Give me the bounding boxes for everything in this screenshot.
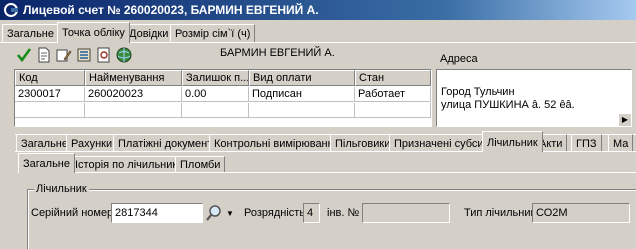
tab-accounts[interactable]: Рахунки [66, 134, 118, 151]
inventory-number-field[interactable] [362, 203, 450, 223]
serial-number-label: Серійний номер [31, 207, 114, 219]
table-cell-status[interactable]: Работает [355, 87, 431, 102]
owner-name: БАРМИН ЕВГЕНИЙ А. [220, 47, 335, 59]
window-title-bar: Лицевой счет № 260020023, БАРМИН ЕВГЕНИЙ… [0, 0, 636, 20]
globe-icon[interactable] [115, 46, 133, 64]
table-cell-code[interactable]: 2300017 [15, 87, 85, 102]
column-header-payment-type[interactable]: Вид оплати [249, 70, 355, 86]
address-line: улица ПУШКИНА â. 52 êâ. [441, 99, 575, 111]
digits-label: Розрядність [244, 207, 306, 219]
inventory-number-label: інв. № [327, 207, 360, 219]
table-cell-payment-type[interactable]: Подписан [249, 87, 355, 102]
document-icon[interactable] [35, 46, 53, 64]
tab-references[interactable]: Довідки [124, 24, 174, 42]
tab-gpz[interactable]: ГПЗ [571, 134, 602, 151]
tab-details-general[interactable]: Загальне [16, 134, 73, 151]
tab-more[interactable]: Ма [608, 134, 634, 151]
column-header-status[interactable]: Стан [355, 70, 431, 86]
tab-beneficiaries[interactable]: Пільговики [330, 134, 396, 151]
edit-icon[interactable] [55, 46, 73, 64]
column-header-balance[interactable]: Залишок п... [182, 70, 249, 86]
table-empty-cell [182, 103, 249, 118]
list-icon[interactable] [95, 46, 113, 64]
meter-group-label: Лічильник [34, 183, 89, 195]
column-header-name[interactable]: Найменування [85, 70, 182, 86]
settings-icon[interactable] [75, 46, 93, 64]
digits-field[interactable]: 4 [303, 203, 320, 223]
window-title: Лицевой счет № 260020023, БАРМИН ЕВГЕНИЙ… [23, 3, 319, 17]
tab-payment-documents[interactable]: Платіжні документи [113, 134, 224, 151]
table-empty-cell [85, 103, 182, 118]
table-cell-name[interactable]: 260020023 [85, 87, 182, 102]
table-empty-cell [355, 103, 431, 118]
metering-points-table[interactable]: Код Найменування Залишок п... Вид оплати… [14, 69, 432, 127]
tab-meter-history[interactable]: Історія по лічильнику [70, 156, 188, 173]
tab-family-size[interactable]: Розмір сім`ї (ч) [170, 24, 256, 42]
scroll-right-icon[interactable]: ▶ [619, 114, 631, 126]
table-empty-cell [15, 103, 85, 118]
tab-metering-point[interactable]: Точка обліку [57, 22, 130, 43]
meter-type-label: Тип лічильника [464, 207, 542, 219]
sub-tab-divider [18, 172, 636, 173]
app-icon [4, 3, 18, 17]
serial-number-field[interactable]: 2817344 [111, 203, 203, 223]
tab-meter[interactable]: Лічильник [482, 131, 543, 152]
tab-seals[interactable]: Пломби [175, 156, 226, 173]
table-empty-cell [249, 103, 355, 118]
address-label: Адреса [440, 53, 478, 65]
check-icon[interactable] [15, 46, 33, 64]
address-line: Город Тульчин [441, 86, 515, 98]
tab-general[interactable]: Загальне [2, 24, 59, 42]
chevron-down-icon[interactable]: ▼ [226, 209, 234, 218]
mid-tab-divider [15, 151, 636, 152]
meter-type-field[interactable]: СО2М [532, 203, 630, 223]
table-cell-balance[interactable]: 0.00 [182, 87, 249, 102]
address-box[interactable]: Город Тульчин улица ПУШКИНА â. 52 êâ. ▶ [436, 69, 632, 127]
search-icon[interactable] [205, 204, 223, 222]
column-header-code[interactable]: Код [15, 70, 85, 86]
tab-meter-general[interactable]: Загальне [18, 153, 75, 173]
tab-control-measurements[interactable]: Контрольні вимірювання [209, 134, 345, 151]
